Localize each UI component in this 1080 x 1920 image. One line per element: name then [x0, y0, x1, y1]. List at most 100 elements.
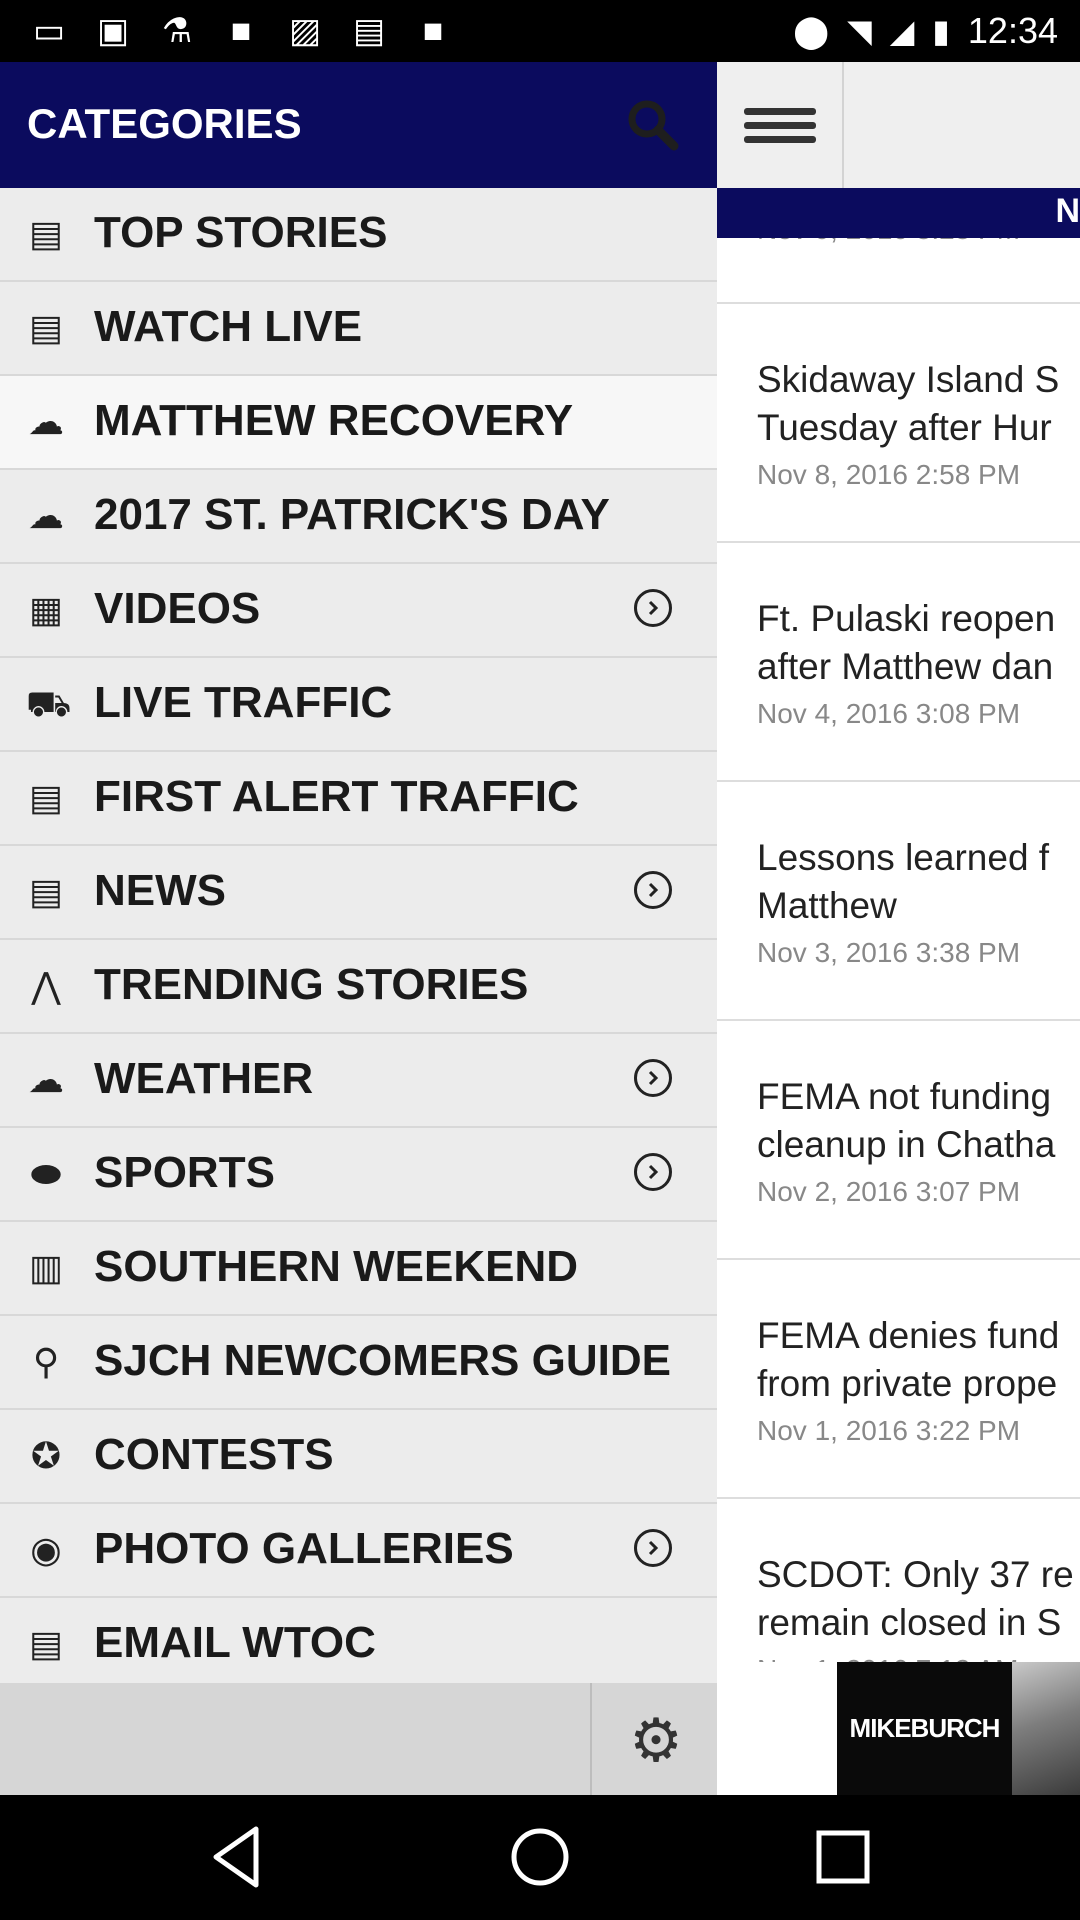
category-label: MATTHEW RECOVERY — [94, 396, 574, 445]
newspaper-icon: ▤ — [28, 777, 63, 818]
home-icon — [511, 1828, 569, 1886]
category-label: WATCH LIVE — [94, 302, 363, 351]
hamburger-icon — [743, 101, 816, 150]
trending-icon: ⋀ — [31, 965, 61, 1006]
newspaper-icon: ▤ — [28, 307, 63, 348]
newspaper-icon: ▤ — [28, 1623, 63, 1664]
category-label: CONTESTS — [94, 1430, 334, 1479]
list-item[interactable]: Ft. Pulaski reopen after Matthew dan Nov … — [717, 543, 1080, 782]
category-item[interactable]: ▤ TOP STORIES — [0, 188, 717, 282]
article-date: Nov 3, 2016 3:38 PM — [757, 937, 1021, 968]
drawer-footer: ⚙ — [0, 1683, 717, 1795]
category-item[interactable]: ⚲ SJCH NEWCOMERS GUIDE — [0, 1316, 717, 1410]
gear-icon: ⚙ — [629, 1707, 683, 1774]
square-icon: ■ — [422, 11, 444, 50]
menu-button[interactable] — [717, 62, 844, 188]
recents-icon — [816, 1830, 870, 1884]
list-item[interactable]: Nov 9, 2016 3:23 PM — [717, 238, 1080, 304]
search-icon — [628, 100, 679, 151]
status-bar: ▭ ▣ ⚗ ■ ▨ ▤ ■ ⬤ ◥ ◢ ▮ 12:34 — [0, 0, 1080, 62]
football-icon: ⬬ — [30, 1153, 62, 1194]
article-title: SCDOT: Only 37 re remain closed in S — [757, 1554, 1074, 1643]
category-label: FIRST ALERT TRAFFIC — [94, 772, 579, 821]
category-item[interactable]: ☁ MATTHEW RECOVERY — [0, 376, 717, 470]
home-button[interactable] — [500, 1817, 580, 1897]
category-item[interactable]: ☁ WEATHER — [0, 1034, 717, 1128]
facebook-icon: ▣ — [96, 12, 130, 50]
category-item[interactable]: ▤ WATCH LIVE — [0, 282, 717, 376]
article-date: Nov 9, 2016 3:23 PM — [757, 238, 1020, 246]
list-item[interactable]: Skidaway Island S Tuesday after Hur Nov 8… — [717, 304, 1080, 543]
weather-icon: ☁ — [28, 1059, 64, 1100]
article-date: Nov 1, 2016 3:22 PM — [757, 1415, 1021, 1446]
article-date: Nov 8, 2016 2:58 PM — [757, 459, 1021, 490]
category-item[interactable]: ▥ SOUTHERN WEEKEND — [0, 1222, 717, 1316]
photos-icon: ▨ — [288, 12, 322, 50]
category-item[interactable]: ⬬ SPORTS — [0, 1128, 717, 1222]
recents-button[interactable] — [803, 1817, 883, 1897]
system-icons: ⬤ ◥ ◢ ▮ 12:34 — [793, 0, 1058, 62]
award-icon: ✪ — [30, 1435, 62, 1476]
search-button[interactable] — [620, 92, 686, 158]
article-title: FEMA not funding cleanup in Chatha — [757, 1076, 1056, 1165]
section-banner: N — [717, 188, 1080, 238]
category-list: ▤ TOP STORIES ▤ WATCH LIVE ☁ MATTHEW RECOVERY… — [0, 188, 717, 1692]
drawer-title: CATEGORIES — [27, 100, 302, 147]
category-item[interactable]: ▤ FIRST ALERT TRAFFIC — [0, 752, 717, 846]
category-item[interactable]: ⛟ LIVE TRAFFIC — [0, 658, 717, 752]
microscope-icon: ⚗ — [161, 12, 193, 50]
ad-logo: MIKEBURCH — [837, 1662, 1012, 1795]
list-item[interactable]: FEMA not funding cleanup in Chatha Nov 2,… — [717, 1021, 1080, 1260]
category-label: NEWS — [94, 866, 226, 915]
back-button[interactable] — [198, 1817, 278, 1897]
weather-icon: ☁ — [28, 401, 64, 442]
square-icon: ■ — [230, 11, 252, 50]
chevron-right-icon[interactable] — [634, 871, 672, 909]
battery-icon: ▮ — [932, 13, 950, 49]
category-item[interactable]: ▤ EMAIL WTOC — [0, 1598, 717, 1692]
category-label: TRENDING STORIES — [94, 960, 529, 1009]
article-title: Lessons learned f Matthew — [757, 837, 1050, 926]
chevron-right-icon[interactable] — [634, 1059, 672, 1097]
drawer-header: CATEGORIES — [0, 62, 717, 188]
category-item[interactable]: ▤ NEWS — [0, 846, 717, 940]
category-label: EMAIL WTOC — [94, 1618, 376, 1667]
back-icon — [213, 1826, 259, 1888]
chevron-right-icon[interactable] — [634, 1153, 672, 1191]
news-icon: ▤ — [352, 12, 386, 50]
article-list: Nov 9, 2016 3:23 PM Skidaway Island STue… — [717, 238, 1080, 1738]
chevron-right-icon[interactable] — [634, 1529, 672, 1567]
category-item[interactable]: ☁ 2017 ST. PATRICK'S DAY — [0, 470, 717, 564]
wifi-icon: ◥ — [847, 13, 872, 49]
ad-banner[interactable]: MIKEBURCH — [717, 1662, 1080, 1795]
film-icon: ▦ — [28, 589, 63, 630]
category-item[interactable]: ✪ CONTESTS — [0, 1410, 717, 1504]
message-icon: ▭ — [32, 12, 66, 50]
car-icon: ⛟ — [26, 683, 72, 724]
article-title: FEMA denies fund from private prope — [757, 1315, 1060, 1404]
category-item[interactable]: ⋀ TRENDING STORIES — [0, 940, 717, 1034]
divider — [590, 1683, 592, 1795]
article-list-screen: N Nov 9, 2016 3:23 PM Skidaway Island ST… — [717, 62, 1080, 1795]
category-label: PHOTO GALLERIES — [94, 1524, 514, 1573]
category-label: LIVE TRAFFIC — [94, 678, 393, 727]
category-label: SJCH NEWCOMERS GUIDE — [94, 1336, 671, 1385]
article-title: Ft. Pulaski reopen after Matthew dan — [757, 598, 1056, 687]
category-label: TOP STORIES — [94, 208, 388, 257]
category-item[interactable]: ▦ VIDEOS — [0, 564, 717, 658]
list-item[interactable]: Lessons learned f Matthew Nov 3, 2016 3:3… — [717, 782, 1080, 1021]
category-label: WEATHER — [94, 1054, 314, 1103]
list-item[interactable]: FEMA denies fund from private prope Nov 1… — [717, 1260, 1080, 1499]
categories-drawer: CATEGORIES ▤ TOP STORIES ▤ WATCH LIVE ☁ MATTH… — [0, 62, 717, 1795]
category-item[interactable]: ◉ PHOTO GALLERIES — [0, 1504, 717, 1598]
ad-image — [1012, 1662, 1080, 1795]
settings-button[interactable]: ⚙ — [620, 1705, 692, 1777]
category-label: SOUTHERN WEEKEND — [94, 1242, 579, 1291]
section-banner-text: N — [1055, 192, 1080, 230]
clock: 12:34 — [967, 10, 1058, 51]
navigation-bar — [0, 1795, 1080, 1920]
chevron-right-icon[interactable] — [634, 589, 672, 627]
location-icon: ⬤ — [793, 13, 830, 49]
article-icon: ▥ — [28, 1247, 63, 1288]
camera-icon: ◉ — [30, 1529, 62, 1570]
